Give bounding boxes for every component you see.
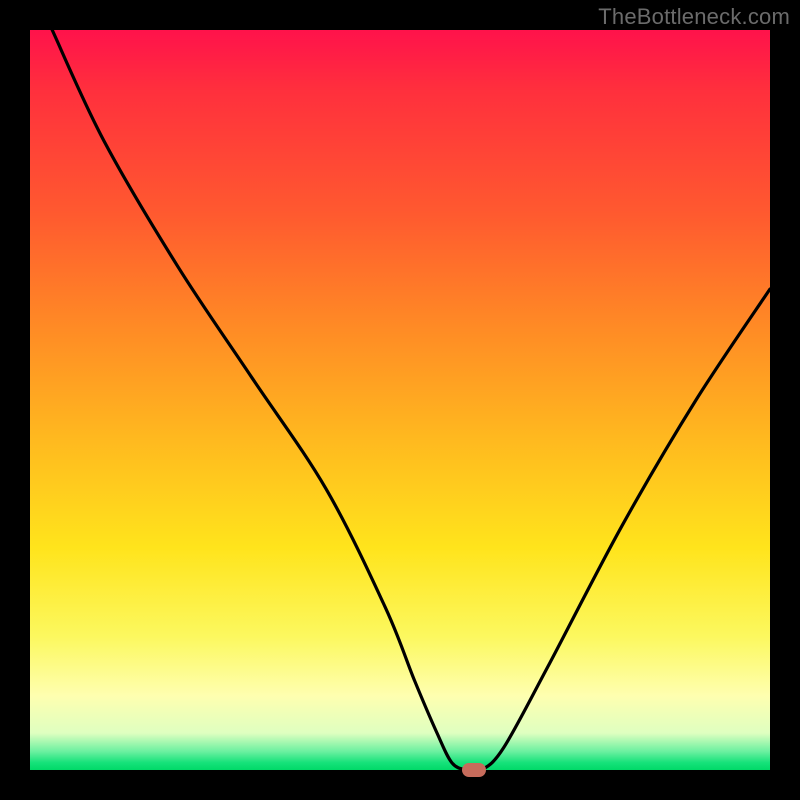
optimal-point-marker — [462, 763, 486, 777]
watermark-text: TheBottleneck.com — [598, 4, 790, 30]
plot-area — [30, 30, 770, 770]
chart-frame: TheBottleneck.com — [0, 0, 800, 800]
bottleneck-curve — [30, 30, 770, 770]
